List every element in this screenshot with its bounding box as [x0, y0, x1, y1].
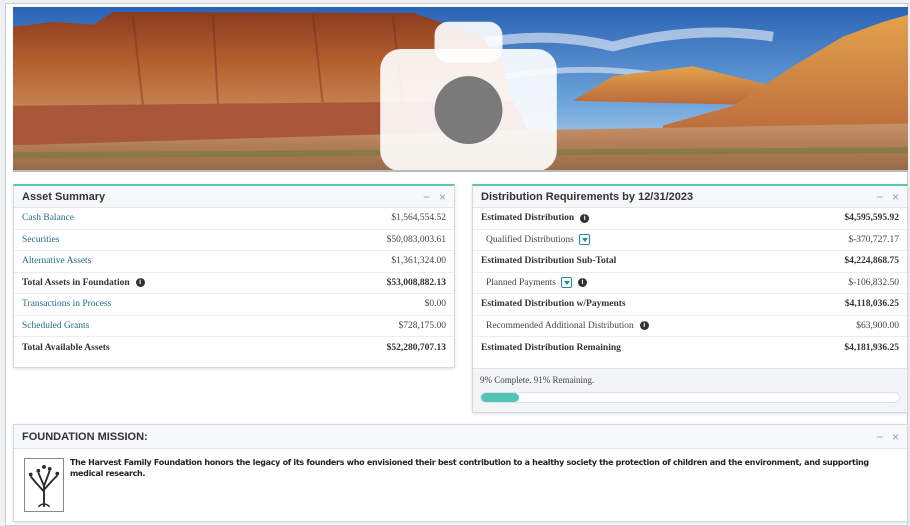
distribution-header: Distribution Requirements by 12/31/2023 …	[473, 186, 907, 208]
expand-chevron-icon[interactable]	[560, 277, 572, 289]
distribution-progress: 9% Complete. 91% Remaining.	[473, 368, 907, 412]
asset-row-value: $53,008,882.13	[386, 277, 446, 288]
asset-row-value: $0.00	[424, 299, 446, 310]
distribution-row-with-payments: Estimated Distribution w/Payments $4,118…	[473, 294, 907, 316]
progress-bar-fill	[481, 393, 519, 402]
camera-icon[interactable]	[21, 15, 908, 172]
asset-row-label[interactable]: Scheduled Grants	[22, 321, 399, 331]
asset-summary-title: Asset Summary	[22, 190, 106, 203]
distribution-row-label: Estimated Distribution	[481, 213, 575, 224]
foundation-tree-logo	[24, 458, 64, 512]
info-icon[interactable]: i	[135, 278, 145, 288]
distribution-row-label: Estimated Distribution Sub-Total	[481, 256, 617, 267]
distribution-row-value: $-106,832.50	[848, 277, 899, 288]
minimize-icon[interactable]: −	[876, 191, 883, 203]
mission-title: FOUNDATION MISSION:	[22, 430, 148, 443]
asset-row-transactions-in-process[interactable]: Transactions in Process $0.00	[14, 294, 454, 316]
distribution-requirements-panel: Distribution Requirements by 12/31/2023 …	[472, 184, 908, 413]
asset-row-cash-balance[interactable]: Cash Balance $1,564,554.52	[14, 208, 454, 230]
asset-row-value: $50,083,003.61	[386, 234, 446, 245]
asset-row-label: Total Available Assets	[22, 342, 110, 353]
close-icon[interactable]: ×	[439, 191, 446, 203]
asset-row-total-available-assets: Total Available Assets $52,280,707.13	[14, 337, 454, 359]
distribution-row-subtotal: Estimated Distribution Sub-Total $4,224,…	[473, 251, 907, 273]
asset-row-securities[interactable]: Securities $50,083,003.61	[14, 230, 454, 251]
distribution-row-value: $4,595,595.92	[844, 213, 899, 224]
distribution-row-planned-payments: Planned Payments i $-106,832.50	[473, 273, 907, 294]
info-icon[interactable]: i	[580, 213, 590, 223]
mission-body: The Harvest Family Foundation honors the…	[14, 449, 907, 521]
asset-summary-panel: Asset Summary − × Cash Balance $1,564,55…	[13, 184, 455, 368]
close-icon[interactable]: ×	[892, 191, 899, 203]
asset-row-value: $1,564,554.52	[391, 213, 446, 224]
info-icon[interactable]: i	[577, 278, 587, 288]
close-icon[interactable]: ×	[892, 431, 899, 443]
distribution-row-label: Estimated Distribution Remaining	[481, 342, 621, 353]
distribution-row-value: $4,181,936.25	[844, 342, 899, 353]
minimize-icon[interactable]: −	[876, 431, 883, 443]
distribution-row-qualified: Qualified Distributions $-370,727.17	[473, 230, 907, 251]
distribution-row-value: $4,224,868.75	[844, 256, 899, 267]
distribution-row-label: Recommended Additional Distribution	[486, 320, 634, 331]
distribution-row-label: Estimated Distribution w/Payments	[481, 299, 626, 310]
progress-text: 9% Complete. 91% Remaining.	[480, 375, 595, 385]
distribution-row-label: Planned Payments	[486, 277, 556, 288]
asset-row-total-assets: Total Assets in Foundation i $53,008,882…	[14, 273, 454, 294]
asset-summary-header: Asset Summary − ×	[14, 186, 454, 208]
asset-row-value: $728,175.00	[398, 320, 447, 331]
asset-row-value: $52,280,707.13	[386, 342, 446, 353]
foundation-mission-panel: FOUNDATION MISSION: − × The Harvest Fami…	[13, 424, 908, 522]
distribution-title: Distribution Requirements by 12/31/2023	[481, 190, 694, 203]
asset-row-scheduled-grants[interactable]: Scheduled Grants $728,175.00	[14, 316, 454, 337]
header-banner-image	[13, 7, 908, 172]
asset-row-alternative-assets[interactable]: Alternative Assets $1,361,324.00	[14, 251, 454, 273]
mission-header: FOUNDATION MISSION: − ×	[14, 425, 907, 449]
mission-statement: The Harvest Family Foundation honors the…	[70, 458, 869, 478]
distribution-row-value: $63,900.00	[856, 320, 899, 331]
asset-row-label[interactable]: Securities	[22, 235, 387, 245]
minimize-icon[interactable]: −	[423, 191, 430, 203]
asset-row-value: $1,361,324.00	[391, 256, 446, 267]
distribution-row-estimated: Estimated Distribution i $4,595,595.92	[473, 208, 907, 230]
asset-row-label[interactable]: Alternative Assets	[22, 256, 391, 266]
asset-row-label[interactable]: Transactions in Process	[22, 299, 425, 309]
progress-bar-track	[480, 392, 900, 403]
distribution-row-remaining: Estimated Distribution Remaining $4,181,…	[473, 337, 907, 359]
distribution-row-label: Qualified Distributions	[486, 234, 574, 245]
distribution-row-value: $4,118,036.25	[844, 299, 899, 310]
asset-row-label: Total Assets in Foundation	[22, 277, 130, 288]
asset-row-label[interactable]: Cash Balance	[22, 213, 391, 223]
expand-chevron-icon[interactable]	[578, 234, 590, 246]
info-icon[interactable]: i	[639, 321, 649, 331]
distribution-row-recommended-additional: Recommended Additional Distribution i $6…	[473, 316, 907, 337]
distribution-row-value: $-370,727.17	[848, 234, 899, 245]
